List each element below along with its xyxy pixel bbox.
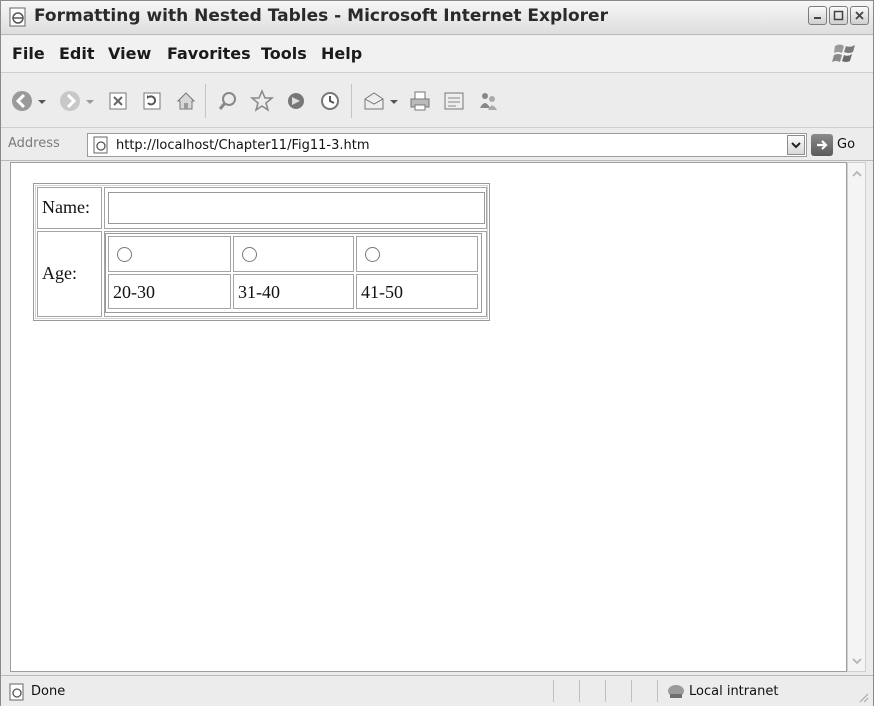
menu-file[interactable]: File: [12, 44, 45, 63]
outer-table: Name: Age: 20-30 31-40 41-50: [33, 183, 490, 321]
edit-icon[interactable]: [441, 88, 467, 114]
minimize-icon: [814, 17, 821, 19]
history-icon[interactable]: [317, 88, 343, 114]
page-viewport: Name: Age: 20-30 31-40 41-50: [10, 162, 847, 672]
chevron-down-icon: [851, 657, 862, 664]
toolbar: [1, 74, 873, 128]
stop-icon[interactable]: [105, 88, 131, 114]
ie-page-icon: [93, 136, 108, 154]
back-icon[interactable]: [9, 88, 35, 114]
menu-view[interactable]: View: [108, 44, 151, 63]
menu-edit[interactable]: Edit: [59, 44, 95, 63]
address-dropdown-button[interactable]: [787, 135, 805, 155]
resize-grip-icon[interactable]: [857, 691, 869, 703]
vertical-scrollbar[interactable]: [847, 162, 866, 672]
name-label: Name:: [42, 197, 90, 217]
menu-bar: File Edit View Favorites Tools Help: [1, 36, 873, 73]
search-icon[interactable]: [215, 88, 241, 114]
address-input[interactable]: http://localhost/Chapter11/Fig11-3.htm: [87, 133, 807, 157]
browser-window: Formatting with Nested Tables - Microsof…: [0, 0, 874, 706]
address-url[interactable]: http://localhost/Chapter11/Fig11-3.htm: [116, 138, 370, 153]
scroll-up-button[interactable]: [848, 165, 865, 182]
status-divider: [631, 680, 632, 702]
radio-cell: [233, 236, 354, 272]
chevron-up-icon: [851, 170, 862, 177]
option-label-cell: 41-50: [356, 274, 478, 309]
local-intranet-icon: [668, 685, 684, 698]
chevron-down-icon: [791, 142, 801, 149]
age-option-label: 41-50: [361, 282, 403, 302]
toolbar-separator: [351, 84, 352, 118]
favorites-icon[interactable]: [249, 88, 275, 114]
mail-icon[interactable]: [361, 88, 387, 114]
print-icon[interactable]: [407, 88, 433, 114]
option-label-cell: 31-40: [233, 274, 354, 309]
mail-dropdown-icon[interactable]: [387, 88, 401, 114]
radio-cell: [356, 236, 478, 272]
age-option-label: 31-40: [238, 282, 280, 302]
status-divider: [579, 680, 580, 702]
age-option-label: 20-30: [113, 282, 155, 302]
menu-favorites[interactable]: Favorites: [167, 44, 251, 63]
maximize-icon: [833, 10, 844, 21]
status-divider: [553, 680, 554, 702]
address-bar: Address http://localhost/Chapter11/Fig11…: [1, 129, 873, 161]
ie-page-icon: [9, 683, 24, 701]
refresh-icon[interactable]: [139, 88, 165, 114]
option-label-cell: 20-30: [108, 274, 231, 309]
go-arrow-icon: [817, 140, 828, 150]
window-title: Formatting with Nested Tables - Microsof…: [34, 6, 608, 26]
go-button[interactable]: [811, 134, 833, 156]
menu-tools[interactable]: Tools: [261, 44, 307, 63]
inner-table: 20-30 31-40 41-50: [105, 233, 482, 313]
windows-logo-icon: [832, 44, 855, 62]
title-bar: Formatting with Nested Tables - Microsof…: [1, 1, 873, 35]
status-text: Done: [31, 684, 66, 699]
home-icon[interactable]: [173, 88, 199, 114]
age-radio-41-50[interactable]: [365, 247, 380, 262]
close-button[interactable]: [850, 6, 869, 25]
name-input[interactable]: [108, 192, 485, 224]
status-bar: Done Local intranet: [1, 675, 873, 706]
age-label-cell: Age:: [37, 231, 102, 317]
scroll-down-button[interactable]: [848, 652, 865, 669]
minimize-button[interactable]: [808, 6, 827, 25]
media-icon[interactable]: [283, 88, 309, 114]
status-divider: [605, 680, 606, 702]
status-divider: [657, 680, 658, 702]
menu-help[interactable]: Help: [321, 44, 362, 63]
close-icon: [855, 11, 864, 20]
address-label: Address: [8, 136, 60, 151]
security-zone-text: Local intranet: [689, 684, 779, 699]
age-radio-31-40[interactable]: [242, 247, 257, 262]
go-label[interactable]: Go: [837, 137, 855, 152]
radio-cell: [108, 236, 231, 272]
forward-dropdown-icon[interactable]: [83, 88, 97, 114]
age-label: Age:: [42, 263, 77, 283]
ie-page-icon: [9, 7, 26, 27]
age-radio-20-30[interactable]: [117, 247, 132, 262]
maximize-button[interactable]: [829, 6, 848, 25]
name-label-cell: Name:: [37, 187, 102, 229]
messenger-icon[interactable]: [475, 88, 501, 114]
toolbar-separator: [205, 84, 206, 118]
back-dropdown-icon[interactable]: [35, 88, 49, 114]
forward-icon[interactable]: [57, 88, 83, 114]
